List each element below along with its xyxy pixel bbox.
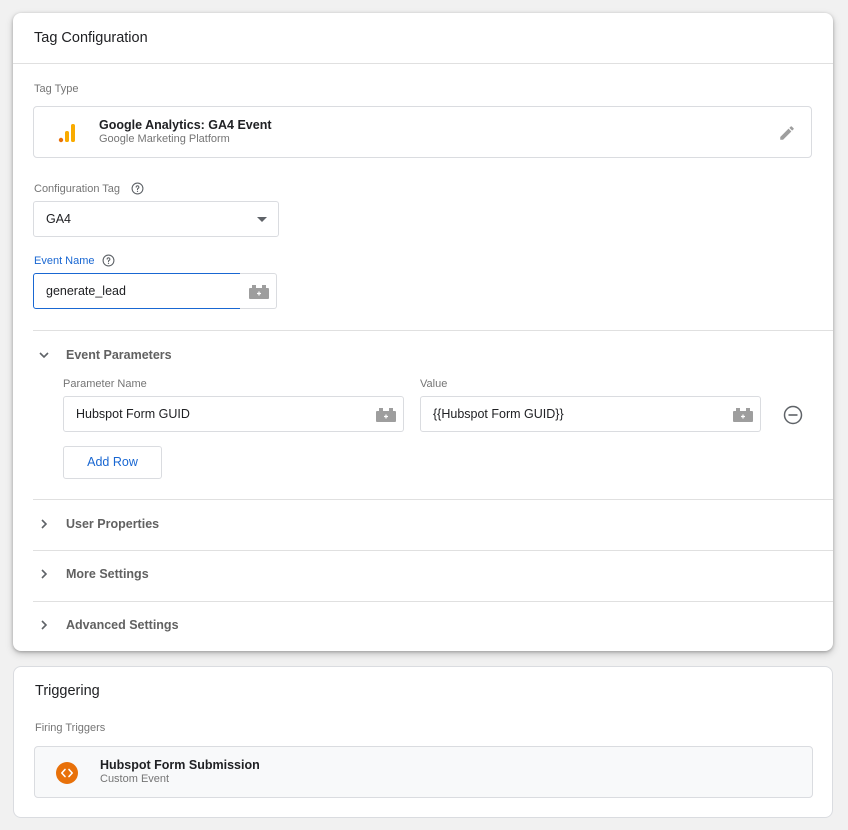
tag-type-label: Tag Type	[34, 83, 79, 95]
chevron-right-icon	[38, 517, 50, 535]
event-name-input[interactable]: generate_lead	[33, 273, 241, 309]
analytics-bars-icon	[58, 123, 76, 148]
user-properties-toggle[interactable]: User Properties	[33, 500, 813, 548]
parameter-value-input[interactable]: {{Hubspot Form GUID}}	[420, 396, 725, 432]
configuration-tag-label: Configuration Tag	[34, 183, 121, 195]
user-properties-label: User Properties	[66, 517, 160, 531]
trigger-name: Hubspot Form Submission	[100, 758, 260, 772]
chevron-right-icon	[38, 567, 50, 585]
tag-configuration-title: Tag Configuration	[34, 30, 148, 46]
triggering-title: Triggering	[35, 683, 100, 699]
parameter-value-variable-button[interactable]	[724, 396, 761, 432]
configuration-tag-select[interactable]: GA4	[33, 201, 279, 237]
edit-pencil-icon[interactable]	[778, 124, 796, 147]
event-name-label: Event Name	[34, 255, 95, 267]
advanced-settings-toggle[interactable]: Advanced Settings	[33, 601, 813, 649]
trigger-type: Custom Event	[100, 773, 170, 785]
tag-type-provider: Google Marketing Platform	[99, 133, 230, 145]
more-settings-toggle[interactable]: More Settings	[33, 550, 813, 598]
add-row-button[interactable]: Add Row	[63, 446, 162, 479]
event-parameters-toggle[interactable]: Event Parameters	[33, 331, 813, 379]
event-parameters-label: Event Parameters	[66, 348, 172, 362]
help-icon[interactable]	[102, 254, 115, 267]
trigger-box[interactable]: Hubspot Form Submission Custom Event	[34, 746, 813, 798]
advanced-settings-label: Advanced Settings	[66, 618, 179, 632]
dropdown-arrow-icon	[257, 217, 267, 222]
variable-brick-icon	[376, 408, 396, 422]
tag-type-box[interactable]: Google Analytics: GA4 Event Google Marke…	[33, 106, 812, 158]
chevron-right-icon	[38, 618, 50, 636]
more-settings-label: More Settings	[66, 567, 149, 581]
variable-brick-icon	[733, 408, 753, 422]
parameter-name-input[interactable]: Hubspot Form GUID	[63, 396, 368, 432]
tag-configuration-card: Tag Configuration Tag Type Google Analyt…	[13, 13, 833, 651]
code-brackets-icon	[56, 762, 78, 789]
remove-row-icon[interactable]	[783, 405, 803, 430]
tag-type-name: Google Analytics: GA4 Event	[99, 118, 272, 132]
configuration-tag-value: GA4	[46, 212, 72, 226]
event-name-value: generate_lead	[46, 284, 126, 298]
parameter-value-value: {{Hubspot Form GUID}}	[433, 407, 564, 421]
value-column-label: Value	[420, 378, 448, 390]
header-divider	[13, 63, 833, 64]
parameter-name-variable-button[interactable]	[367, 396, 404, 432]
triggering-card: Triggering Firing Triggers Hubspot Form …	[13, 666, 833, 818]
event-name-variable-button[interactable]	[240, 273, 277, 309]
parameter-name-column-label: Parameter Name	[63, 378, 147, 390]
chevron-down-icon	[38, 348, 50, 366]
parameter-name-value: Hubspot Form GUID	[76, 407, 190, 421]
variable-brick-icon	[249, 285, 269, 299]
firing-triggers-label: Firing Triggers	[35, 722, 106, 734]
help-icon[interactable]	[131, 182, 144, 195]
